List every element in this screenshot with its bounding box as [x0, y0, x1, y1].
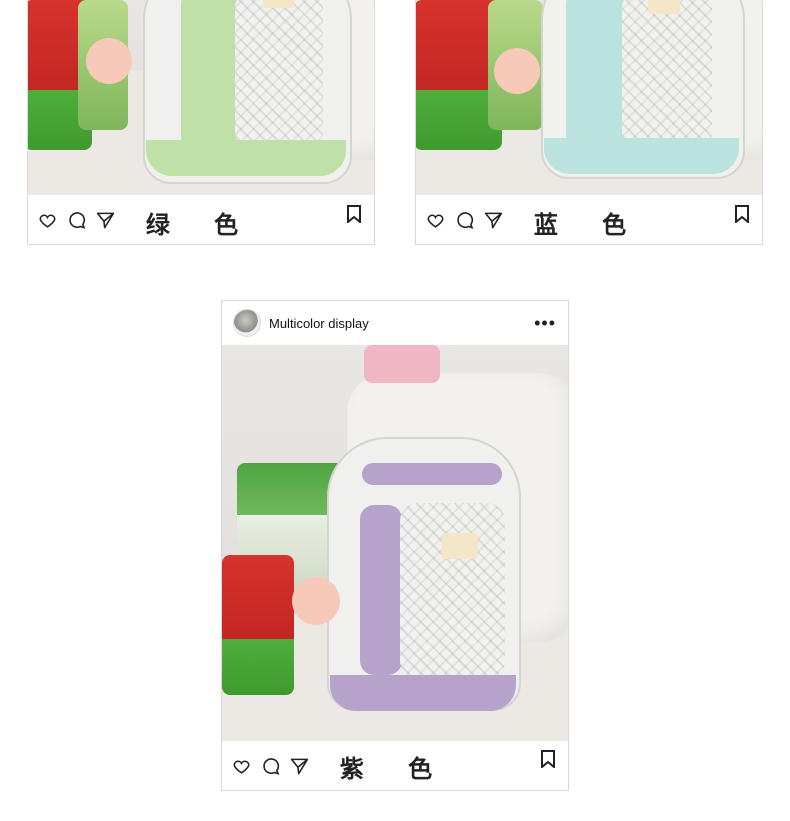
- post-card-blue: 蓝 色: [415, 0, 763, 245]
- action-bar: 绿 色: [28, 195, 374, 245]
- action-bar: 蓝 色: [416, 195, 762, 245]
- action-bar: 紫 色: [222, 741, 568, 791]
- color-label: 紫 色: [339, 755, 451, 783]
- post-header: Multicolor display •••: [222, 301, 568, 345]
- backpack-base: [146, 140, 346, 176]
- backpack-pattern: [235, 0, 323, 150]
- product-photo-green: [28, 0, 374, 195]
- backpack-purple-panel: [360, 505, 402, 675]
- post-card-green: 绿 色: [27, 0, 375, 245]
- backpack-pattern: [622, 0, 712, 150]
- bookmark-icon[interactable]: [734, 205, 750, 223]
- backpack-pattern: [400, 503, 505, 679]
- bear-tag: [442, 533, 478, 559]
- backpack-green-panel: [181, 0, 237, 150]
- backpack-blue-panel: [566, 0, 624, 150]
- product-photo-purple: [222, 345, 568, 741]
- avatar[interactable]: [233, 309, 261, 337]
- backpack-base: [330, 675, 516, 711]
- username[interactable]: Multicolor display: [269, 316, 369, 331]
- color-label: 蓝 色: [533, 211, 645, 239]
- bookmark-icon[interactable]: [346, 205, 362, 223]
- bear-tag: [648, 0, 680, 14]
- product-photo-blue: [416, 0, 762, 195]
- more-options-icon[interactable]: •••: [534, 313, 556, 334]
- peach-charm: [86, 38, 132, 84]
- peach-charm: [292, 577, 340, 625]
- pink-bag: [364, 345, 440, 383]
- peach-charm: [494, 48, 540, 94]
- post-card-purple: Multicolor display ••• 紫 色: [221, 300, 569, 791]
- color-label: 绿 色: [145, 211, 257, 239]
- bookmark-icon[interactable]: [540, 750, 556, 768]
- bear-tag: [263, 0, 293, 8]
- chips-bag: [222, 555, 294, 695]
- backpack-base: [544, 138, 739, 174]
- backpack-zip-band: [362, 463, 502, 485]
